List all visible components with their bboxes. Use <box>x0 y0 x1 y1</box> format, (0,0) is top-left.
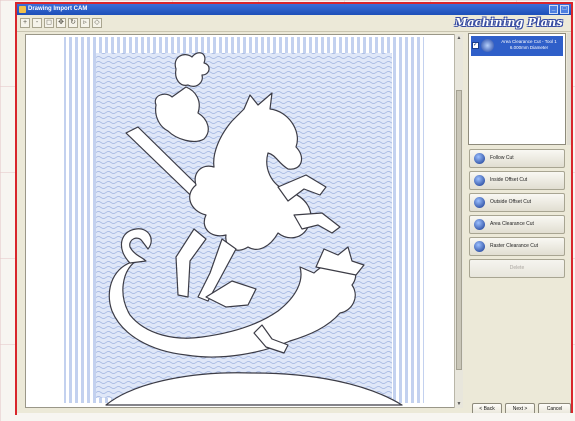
window-title: Drawing Import CAM <box>28 6 88 12</box>
inside-offset-cut-button[interactable]: Inside Offset Cut <box>469 171 565 190</box>
cancel-button[interactable]: Cancel <box>538 403 571 413</box>
minimize-button[interactable]: _ <box>549 5 558 14</box>
title-bar: Drawing Import CAM _ □ <box>17 4 571 15</box>
outside-offset-icon <box>474 197 485 208</box>
select-icon[interactable]: ▹ <box>80 18 90 28</box>
outside-offset-cut-button[interactable]: Outside Offset Cut <box>469 193 565 212</box>
area-clearance-icon <box>474 219 485 230</box>
area-clearance-icon <box>481 39 494 52</box>
inside-offset-icon <box>474 175 485 186</box>
drawing-canvas[interactable] <box>25 34 463 408</box>
zoom-in-icon[interactable]: + <box>20 18 30 28</box>
canvas-scrollbar[interactable]: ▲ ▼ <box>454 34 463 408</box>
zoom-out-icon[interactable]: - <box>32 18 42 28</box>
area-clearance-cut-button[interactable]: Area Clearance Cut <box>469 215 565 234</box>
area-clearance-cut-label: Area Clearance Cut <box>490 221 534 227</box>
zoom-fit-icon[interactable]: ◻ <box>44 18 54 28</box>
inside-offset-cut-label: Inside Offset Cut <box>490 177 528 183</box>
app-icon <box>19 6 26 13</box>
pan-icon[interactable]: ✥ <box>56 18 66 28</box>
follow-cut-button[interactable]: Follow Cut <box>469 149 565 168</box>
raster-clearance-cut-label: Raster Clearance Cut <box>490 243 539 249</box>
outside-offset-cut-label: Outside Offset Cut <box>490 199 532 205</box>
delete-label: Delete <box>509 265 525 271</box>
maximize-button[interactable]: □ <box>560 5 569 14</box>
settings-icon[interactable]: ◇ <box>92 18 102 28</box>
plan-item[interactable]: ✓ Area Clearance Cut - Tool 1 6.000mm Di… <box>471 36 563 56</box>
back-button[interactable]: < Back <box>472 403 502 413</box>
follow-cut-icon <box>474 153 485 164</box>
page-bottom-strip <box>17 413 573 421</box>
plan-checkbox[interactable]: ✓ <box>472 42 479 49</box>
plans-scrollbar[interactable] <box>567 33 571 145</box>
machining-plans-list[interactable]: ✓ Area Clearance Cut - Tool 1 6.000mm Di… <box>468 33 566 145</box>
machining-plans-heading: Machining Plans <box>454 16 563 29</box>
plan-item-detail: 6.000mm Diameter <box>509 45 549 50</box>
raster-clearance-icon <box>474 241 485 252</box>
side-panel: ✓ Area Clearance Cut - Tool 1 6.000mm Di… <box>468 31 571 413</box>
raster-clearance-cut-button[interactable]: Raster Clearance Cut <box>469 237 565 256</box>
toolpath-drawing <box>64 37 424 406</box>
app-window: Drawing Import CAM _ □ + - ◻ ✥ ↻ ▹ ◇ Mac… <box>17 4 571 413</box>
follow-cut-label: Follow Cut <box>490 155 514 161</box>
scroll-thumb[interactable] <box>456 90 462 370</box>
delete-button[interactable]: Delete <box>469 259 565 278</box>
scroll-down-icon[interactable]: ▼ <box>455 400 463 408</box>
rotate-icon[interactable]: ↻ <box>68 18 78 28</box>
next-button[interactable]: Next > <box>505 403 535 413</box>
window-controls: _ □ <box>549 5 569 14</box>
scroll-up-icon[interactable]: ▲ <box>455 34 463 42</box>
